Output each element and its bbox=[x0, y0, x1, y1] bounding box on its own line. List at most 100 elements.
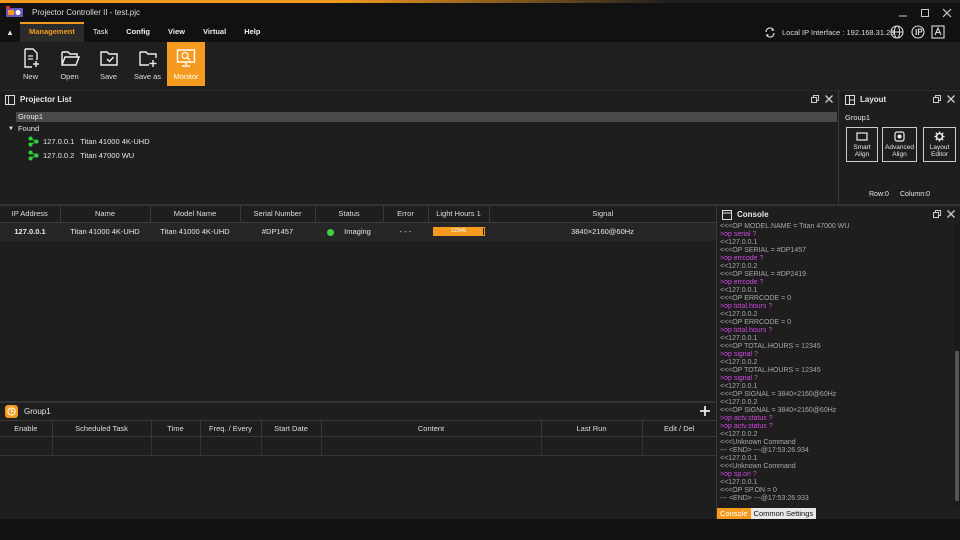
title-bar: Projector Controller II - test.pjc bbox=[0, 3, 960, 22]
open-button[interactable]: Open bbox=[50, 42, 89, 86]
console-line: >op errcode ? bbox=[720, 255, 764, 262]
close-panel-icon[interactable] bbox=[947, 95, 955, 103]
menu-management[interactable]: Management bbox=[20, 22, 84, 42]
schedule-header: Group1 bbox=[0, 403, 716, 420]
col-enable[interactable]: Enable bbox=[0, 420, 53, 437]
close-panel-icon[interactable] bbox=[947, 210, 955, 218]
col-last-run[interactable]: Last Run bbox=[541, 420, 643, 437]
menu-task[interactable]: Task bbox=[84, 22, 117, 42]
col-serial-number[interactable]: Serial Number bbox=[240, 206, 316, 222]
console-scrollbar[interactable] bbox=[954, 223, 960, 507]
translate-icon[interactable] bbox=[931, 25, 945, 41]
col-light-hours[interactable]: Light Hours 1 bbox=[428, 206, 490, 222]
expand-caret-icon[interactable]: ▼ bbox=[8, 126, 14, 132]
console-line: <<<OP SERIAL = #DP1457 bbox=[720, 247, 807, 254]
empty-row bbox=[0, 436, 716, 456]
add-icon[interactable] bbox=[700, 406, 710, 416]
app-window: { "window": { "title": "Projector Contro… bbox=[0, 0, 960, 540]
col-edit-del[interactable]: Edit / Del bbox=[642, 421, 716, 437]
console-header: Console bbox=[717, 206, 960, 223]
monitor-label: Monitor bbox=[173, 72, 199, 81]
advanced-align-button[interactable]: Advanced Align bbox=[882, 127, 917, 162]
console-line: >op serial ? bbox=[720, 231, 757, 238]
menu-help[interactable]: Help bbox=[235, 22, 269, 42]
projector-ip: 127.0.0.1 bbox=[43, 137, 75, 146]
menu-bar: ▲ Management Task Config View Virtual He… bbox=[0, 22, 960, 42]
col-scheduled-task[interactable]: Scheduled Task bbox=[52, 420, 152, 437]
menu-config[interactable]: Config bbox=[117, 22, 159, 42]
console-line: >op total.hours ? bbox=[720, 303, 773, 310]
smart-align-icon bbox=[856, 132, 868, 141]
col-frequency[interactable]: Freq. / Every bbox=[200, 420, 262, 437]
col-name[interactable]: Name bbox=[60, 206, 151, 222]
menu-view[interactable]: View bbox=[159, 22, 194, 42]
column-count: Column:0 bbox=[900, 191, 930, 198]
console-line: --- <END> ---@17:53:26.934 bbox=[720, 447, 809, 454]
restore-icon[interactable] bbox=[811, 95, 819, 103]
globe-icon[interactable] bbox=[890, 25, 904, 41]
console-line: >op total.hours ? bbox=[720, 327, 773, 334]
network-node-icon bbox=[28, 150, 39, 161]
console-line: <<127.0.0.1 bbox=[720, 239, 758, 246]
row-signal: 3840×2160@60Hz bbox=[571, 227, 634, 237]
refresh-icon[interactable] bbox=[764, 27, 776, 40]
console-line: <<127.0.0.1 bbox=[720, 287, 758, 294]
close-panel-icon[interactable] bbox=[825, 95, 833, 103]
smart-align-label: Smart Align bbox=[853, 144, 871, 158]
save-button[interactable]: Save bbox=[89, 42, 128, 86]
caret-up-icon[interactable]: ▲ bbox=[0, 28, 20, 37]
tab-common-settings[interactable]: Common Settings bbox=[750, 508, 817, 519]
restore-icon[interactable] bbox=[933, 95, 941, 103]
projector-list-title: Projector List bbox=[20, 95, 72, 104]
save-as-label: Save as bbox=[133, 72, 162, 81]
status-table-panel: IP Address Name Model Name Serial Number… bbox=[0, 206, 716, 401]
console-line: <<127.0.0.2 bbox=[720, 359, 758, 366]
col-signal[interactable]: Signal bbox=[489, 206, 716, 222]
restore-icon[interactable] bbox=[933, 210, 941, 218]
advanced-align-icon bbox=[894, 131, 905, 142]
group-row[interactable]: Group1 bbox=[16, 112, 837, 122]
close-icon[interactable] bbox=[936, 3, 958, 22]
col-model-name[interactable]: Model Name bbox=[150, 206, 241, 222]
window-title: Projector Controller II - test.pjc bbox=[32, 8, 141, 17]
advanced-align-label: Advanced Align bbox=[885, 144, 914, 158]
found-label: Found bbox=[17, 124, 40, 133]
col-ip-address[interactable]: IP Address bbox=[0, 206, 61, 222]
schedule-panel: Group1 Enable Scheduled Task Time Freq. … bbox=[0, 403, 716, 518]
console-tabs: Console Common Settings bbox=[717, 508, 817, 519]
scrollbar-thumb[interactable] bbox=[955, 351, 959, 501]
new-label: New bbox=[22, 72, 38, 81]
projector-item[interactable]: 127.0.0.2 Titan 47000 WU bbox=[28, 150, 134, 161]
maximize-icon[interactable] bbox=[914, 3, 936, 22]
col-time[interactable]: Time bbox=[151, 420, 201, 437]
menu-virtual[interactable]: Virtual bbox=[194, 22, 235, 42]
console-line: <<<Unknown Command bbox=[720, 439, 796, 446]
projector-item[interactable]: 127.0.0.1 Titan 41000 4K-UHD bbox=[28, 136, 150, 147]
group-label: Group1 bbox=[18, 112, 44, 121]
console-line: <<127.0.0.2 bbox=[720, 311, 758, 318]
save-as-button[interactable]: Save as bbox=[128, 42, 167, 86]
col-error[interactable]: Error bbox=[383, 206, 429, 222]
col-start-date[interactable]: Start Date bbox=[261, 420, 322, 437]
projector-list-panel: Projector List Group1 ▼ Found 127.0.0.1 … bbox=[0, 90, 838, 204]
minimize-icon[interactable] bbox=[892, 3, 914, 22]
found-node[interactable]: ▼ Found bbox=[8, 124, 39, 133]
new-button[interactable]: New bbox=[11, 42, 50, 86]
ip-config-icon[interactable] bbox=[911, 25, 925, 41]
projector-ip: 127.0.0.2 bbox=[43, 151, 75, 160]
row-serial: #DP1457 bbox=[261, 227, 294, 237]
row-count: Row:0 bbox=[869, 191, 889, 198]
table-row[interactable]: 127.0.0.1 Titan 41000 4K-UHD Titan 41000… bbox=[0, 222, 716, 241]
console-output[interactable]: <<<OP MODEL.NAME = Titan 47000 WU >op ser… bbox=[720, 223, 952, 507]
console-icon bbox=[722, 209, 732, 220]
col-status[interactable]: Status bbox=[315, 206, 384, 222]
console-line: >op signal ? bbox=[720, 375, 758, 382]
smart-align-button[interactable]: Smart Align bbox=[846, 127, 878, 162]
console-line: <<127.0.0.1 bbox=[720, 335, 758, 342]
ribbon-toolbar: New Open Save Save as Monitor bbox=[0, 42, 960, 90]
tab-console[interactable]: Console bbox=[717, 508, 751, 519]
console-line: <<<OP SIGNAL = 3840×2160@60Hz bbox=[720, 391, 837, 398]
monitor-button[interactable]: Monitor bbox=[167, 42, 205, 86]
layout-editor-button[interactable]: Layout Editor bbox=[923, 127, 956, 162]
col-content[interactable]: Content bbox=[321, 420, 542, 437]
